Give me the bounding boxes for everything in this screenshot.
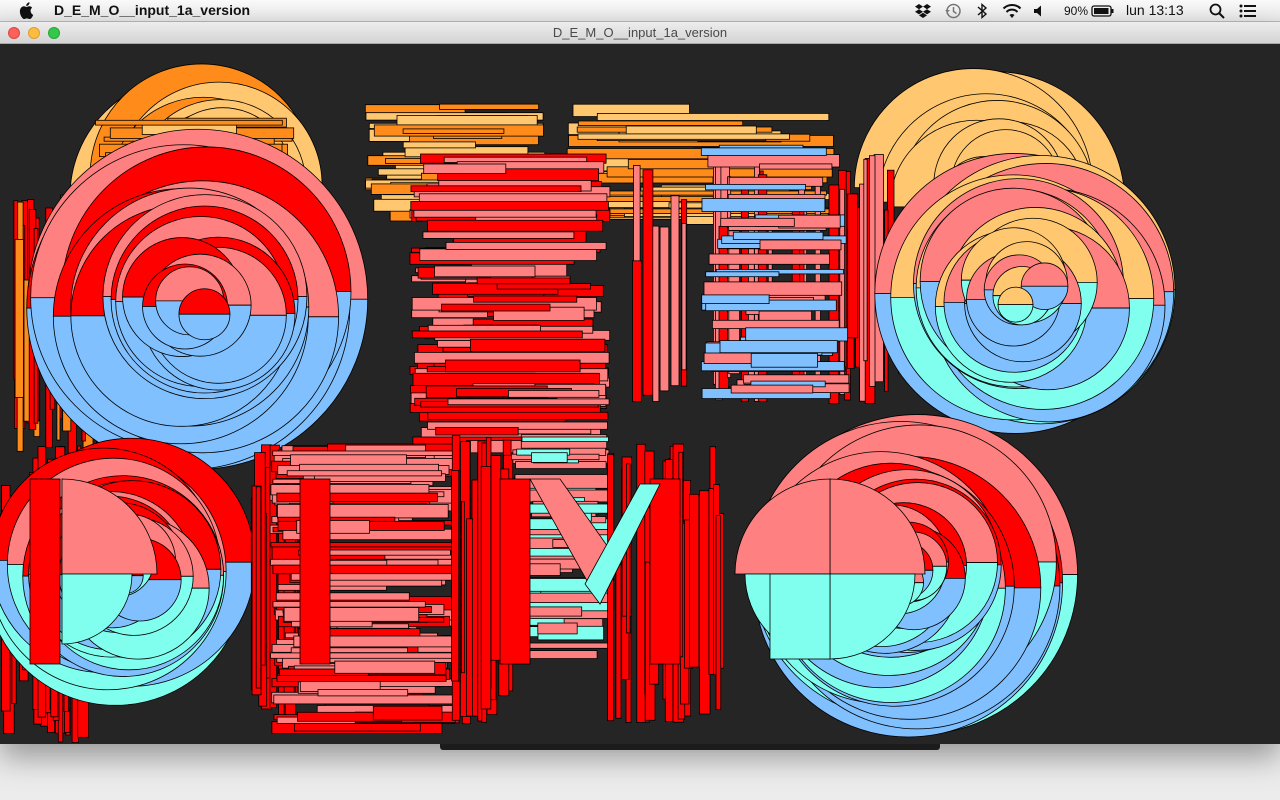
app-menu-name[interactable]: D_E_M_O__input_1a_version [54, 2, 250, 18]
battery-icon[interactable] [1091, 2, 1115, 20]
bluetooth-icon[interactable] [976, 2, 988, 20]
volume-icon[interactable] [1032, 2, 1046, 20]
apple-menu-icon[interactable] [18, 1, 36, 19]
menu-bar: D_E_M_O__input_1a_version 90% lun 13:13 [0, 0, 1280, 22]
render-canvas[interactable] [0, 44, 1280, 744]
window-bottom-strip [440, 744, 940, 750]
menubar-clock[interactable]: lun 13:13 [1126, 2, 1184, 18]
artwork-shapes [0, 63, 1176, 743]
spotlight-icon[interactable] [1208, 2, 1226, 20]
demo-artwork [0, 63, 1176, 743]
window-titlebar[interactable]: D_E_M_O__input_1a_version [0, 22, 1280, 44]
battery-percent[interactable]: 90% [1064, 4, 1088, 18]
time-machine-icon[interactable] [944, 2, 962, 20]
dropbox-icon[interactable] [914, 2, 932, 20]
window-title: D_E_M_O__input_1a_version [552, 25, 728, 40]
app-window: D_E_M_O__input_1a_version [0, 22, 1280, 744]
wifi-icon[interactable] [1001, 2, 1023, 20]
notification-center-icon[interactable] [1238, 2, 1258, 20]
